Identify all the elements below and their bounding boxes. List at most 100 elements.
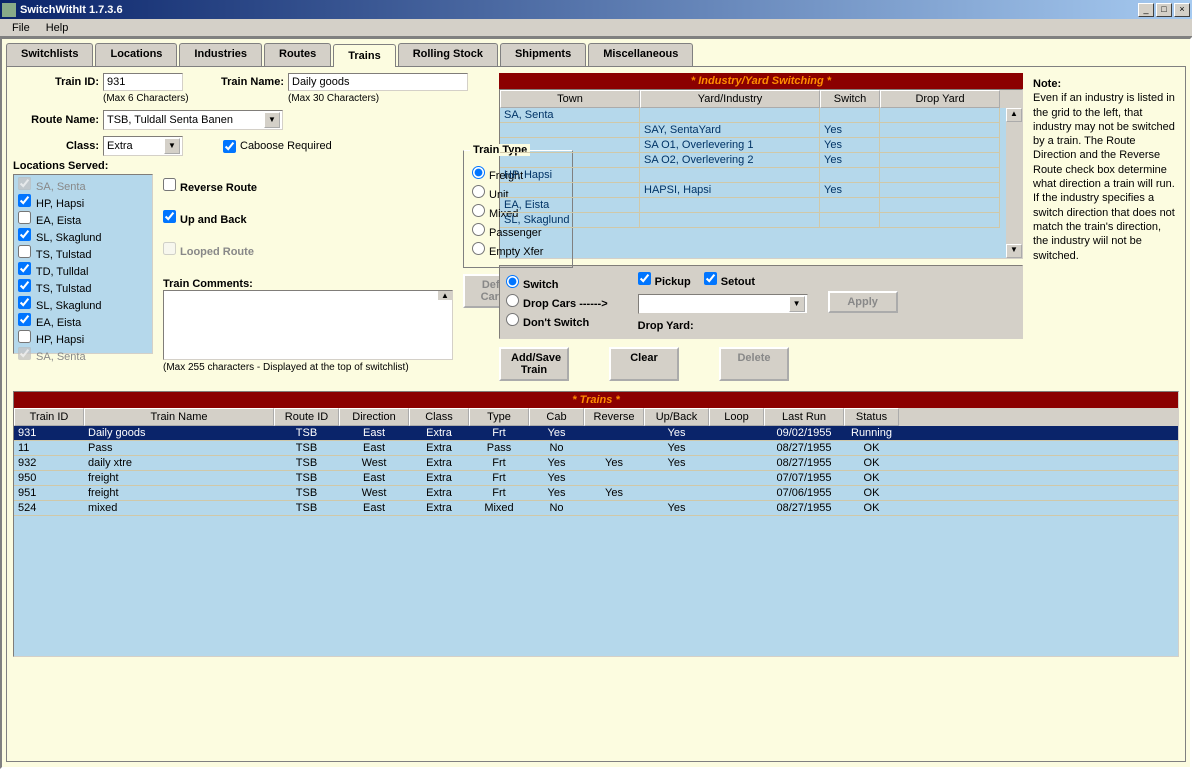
tab-trains[interactable]: Trains: [333, 44, 395, 67]
train-name-label: Train Name:: [203, 76, 288, 88]
trains-col[interactable]: Train ID: [14, 408, 84, 426]
industry-row[interactable]: SAY, SentaYardYes: [500, 123, 1022, 138]
location-item[interactable]: SA, Senta: [16, 177, 150, 194]
location-item[interactable]: SL, Skaglund: [16, 296, 150, 313]
industry-row[interactable]: SA O2, Overlevering 2Yes: [500, 153, 1022, 168]
tab-switchlists[interactable]: Switchlists: [6, 43, 93, 66]
trains-row[interactable]: 931Daily goodsTSBEastExtraFrtYesYes09/02…: [14, 426, 1178, 441]
trains-col[interactable]: Loop: [709, 408, 764, 426]
trains-row[interactable]: 950freightTSBEastExtraFrtYes07/07/1955OK: [14, 471, 1178, 486]
up-back-checkbox[interactable]: [163, 210, 176, 223]
col-town[interactable]: Town: [500, 90, 640, 108]
clear-button[interactable]: Clear: [609, 347, 679, 381]
switch-radio[interactable]: [506, 275, 519, 288]
scroll-up-icon[interactable]: ▲: [1006, 108, 1022, 122]
add-save-button[interactable]: Add/Save Train: [499, 347, 569, 381]
apply-button: Apply: [828, 291, 898, 313]
col-dropyard[interactable]: Drop Yard: [880, 90, 1000, 108]
trains-col[interactable]: Cab: [529, 408, 584, 426]
location-item[interactable]: TD, Tulldal: [16, 262, 150, 279]
menu-help[interactable]: Help: [38, 20, 77, 36]
train-type-radio[interactable]: [472, 242, 485, 255]
route-name-label: Route Name:: [13, 114, 103, 126]
titlebar: SwitchWithIt 1.7.3.6 _ □ ×: [0, 0, 1192, 19]
trains-col[interactable]: Reverse: [584, 408, 644, 426]
class-select[interactable]: Extra: [103, 136, 183, 156]
scroll-down-icon[interactable]: ▼: [1006, 244, 1022, 258]
col-switch[interactable]: Switch: [820, 90, 880, 108]
up-back-label: Up and Back: [180, 214, 247, 226]
location-item[interactable]: SA, Senta: [16, 347, 150, 364]
trains-row[interactable]: 951freightTSBWestExtraFrtYesYes07/06/195…: [14, 486, 1178, 501]
locations-served-label: Locations Served:: [13, 160, 153, 172]
col-yard[interactable]: Yard/Industry: [640, 90, 820, 108]
class-label: Class:: [13, 140, 103, 152]
location-item[interactable]: EA, Eista: [16, 313, 150, 330]
industry-grid: Town Yard/Industry Switch Drop Yard SA, …: [499, 89, 1023, 259]
industry-row[interactable]: SL, Skaglund: [500, 213, 1022, 228]
trains-col[interactable]: Train Name: [84, 408, 274, 426]
drop-cars-radio[interactable]: [506, 294, 519, 307]
trains-col[interactable]: Class: [409, 408, 469, 426]
industry-row[interactable]: SA, Senta: [500, 108, 1022, 123]
location-item[interactable]: HP, Hapsi: [16, 194, 150, 211]
location-item[interactable]: TS, Tulstad: [16, 279, 150, 296]
train-comments-label: Train Comments:: [163, 278, 453, 290]
train-name-input[interactable]: [288, 73, 468, 91]
looped-route-label: Looped Route: [180, 246, 254, 258]
maximize-button[interactable]: □: [1156, 3, 1172, 17]
tab-miscellaneous[interactable]: Miscellaneous: [588, 43, 693, 66]
tab-shipments[interactable]: Shipments: [500, 43, 586, 66]
trains-col[interactable]: Direction: [339, 408, 409, 426]
location-item[interactable]: EA, Eista: [16, 211, 150, 228]
train-name-hint: (Max 30 Characters): [288, 93, 379, 104]
industry-panel: * Industry/Yard Switching * Town Yard/In…: [499, 73, 1023, 381]
pickup-checkbox[interactable]: [638, 272, 651, 285]
industry-row[interactable]: EA, Eista: [500, 198, 1022, 213]
reverse-route-checkbox[interactable]: [163, 178, 176, 191]
content: SwitchlistsLocationsIndustriesRoutesTrai…: [0, 37, 1192, 769]
close-button[interactable]: ×: [1174, 3, 1190, 17]
industry-row[interactable]: SA O1, Overlevering 1Yes: [500, 138, 1022, 153]
industry-scrollbar[interactable]: ▲ ▼: [1006, 108, 1022, 258]
drop-yard-label: Drop Yard:: [638, 320, 808, 332]
train-comments-textarea[interactable]: [163, 290, 453, 360]
train-type-radio[interactable]: [472, 166, 485, 179]
industry-row[interactable]: HAPSI, HapsiYes: [500, 183, 1022, 198]
location-item[interactable]: HP, Hapsi: [16, 330, 150, 347]
tab-industries[interactable]: Industries: [179, 43, 262, 66]
dont-switch-radio[interactable]: [506, 313, 519, 326]
trains-col[interactable]: Last Run: [764, 408, 844, 426]
route-name-select[interactable]: TSB, Tuldall Senta Banen: [103, 110, 283, 130]
trains-col[interactable]: Route ID: [274, 408, 339, 426]
menubar: File Help: [0, 19, 1192, 37]
comments-hint: (Max 255 characters - Displayed at the t…: [163, 362, 453, 373]
train-type-radio[interactable]: [472, 185, 485, 198]
trains-row[interactable]: 524mixedTSBEastExtraMixedNoYes08/27/1955…: [14, 501, 1178, 516]
window-title: SwitchWithIt 1.7.3.6: [20, 4, 1136, 16]
trains-row[interactable]: 932daily xtreTSBWestExtraFrtYesYesYes08/…: [14, 456, 1178, 471]
location-item[interactable]: SL, Skaglund: [16, 228, 150, 245]
locations-list[interactable]: SA, Senta HP, Hapsi EA, Eista SL, Skaglu…: [13, 174, 153, 354]
trains-row[interactable]: 11PassTSBEastExtraPassNoYes08/27/1955OK: [14, 441, 1178, 456]
caboose-checkbox[interactable]: [223, 140, 236, 153]
industry-title: * Industry/Yard Switching *: [499, 73, 1023, 89]
minimize-button[interactable]: _: [1138, 3, 1154, 17]
tabbar: SwitchlistsLocationsIndustriesRoutesTrai…: [6, 43, 1186, 66]
drop-target-select[interactable]: [638, 294, 808, 314]
tab-trains-body: Train ID: Train Name: (Max 6 Characters)…: [6, 66, 1186, 762]
tab-routes[interactable]: Routes: [264, 43, 331, 66]
tab-locations[interactable]: Locations: [95, 43, 177, 66]
trains-col[interactable]: Up/Back: [644, 408, 709, 426]
location-item[interactable]: TS, Tulstad: [16, 245, 150, 262]
train-type-radio[interactable]: [472, 204, 485, 217]
train-type-radio[interactable]: [472, 223, 485, 236]
setout-checkbox[interactable]: [704, 272, 717, 285]
trains-col[interactable]: Status: [844, 408, 899, 426]
trains-section: * Trains * Train IDTrain NameRoute IDDir…: [13, 391, 1179, 657]
industry-row[interactable]: HP, Hapsi: [500, 168, 1022, 183]
tab-rolling-stock[interactable]: Rolling Stock: [398, 43, 498, 66]
trains-col[interactable]: Type: [469, 408, 529, 426]
train-id-input[interactable]: [103, 73, 183, 91]
menu-file[interactable]: File: [4, 20, 38, 36]
